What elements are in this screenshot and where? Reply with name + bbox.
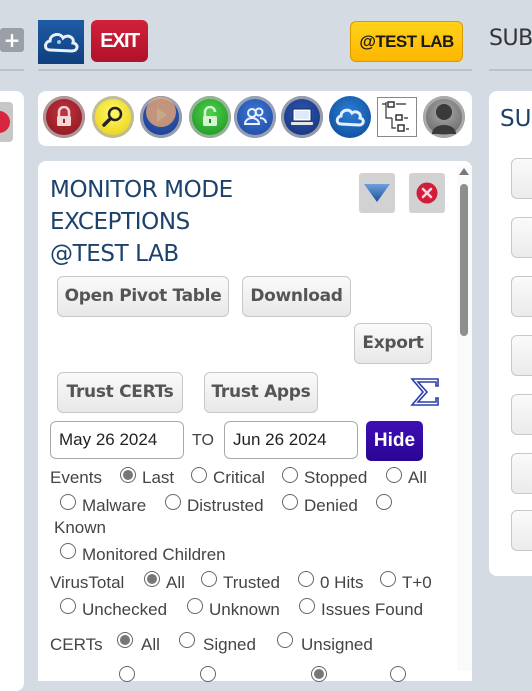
cloud-logo-button[interactable] [38,20,84,64]
radio-label: Monitored Children [82,545,226,564]
test-lab-button[interactable]: @TEST LAB [350,21,463,62]
sub-panel-heading: SUB [489,26,532,51]
radio-label: Unknown [209,600,280,619]
plus-icon: + [3,28,21,52]
scrollbar-thumb[interactable] [460,184,468,336]
date-range-to-label: TO [192,432,214,449]
radio-label: Malware [82,496,147,515]
sub-panel-button[interactable] [511,158,532,199]
radio-label: Unchecked [82,600,168,619]
events-radio-denied[interactable] [282,494,298,510]
add-tab-button[interactable]: + [0,28,24,52]
date-from-input[interactable]: May 26 2024 [50,421,184,459]
events-radio-last[interactable] [120,467,136,483]
virustotal-radio-t0[interactable] [380,571,396,587]
lock-red-icon[interactable] [43,96,85,138]
open-pivot-table-button[interactable]: Open Pivot Table [57,276,229,317]
sub-panel-button[interactable] [511,217,532,258]
user-avatar-icon[interactable] [423,96,465,138]
close-panel-button[interactable] [409,173,445,213]
topbar-divider [38,69,472,71]
topbar-divider [489,69,532,71]
virustotal-radio-unchecked[interactable] [60,598,76,614]
trust-certs-button[interactable]: Trust CERTs [57,372,183,413]
export-button[interactable]: Export [354,323,432,364]
tree-diagram-icon[interactable] [377,97,417,137]
cloud-logo-icon [44,32,79,53]
events-radio-all[interactable] [386,467,402,483]
events-radio-malware[interactable] [60,494,76,510]
radio-label: All [166,573,185,592]
trust-apps-button[interactable]: Trust Apps [204,372,318,413]
certs-filter-label: CERTs [50,635,103,654]
certs-radio-all[interactable] [117,632,133,648]
collapse-button[interactable] [359,173,395,213]
panel-title-line: MONITOR MODE [50,177,233,203]
panel-title-line: @TEST LAB [50,241,179,267]
search-magnifier-icon[interactable] [92,96,134,138]
radio-label: T+0 [402,573,432,592]
events-radio-stopped[interactable] [282,467,298,483]
virustotal-radio-unknown[interactable] [187,598,203,614]
radio-label: Known [54,518,106,537]
scroll-up-arrow-icon[interactable] [459,168,469,175]
events-radio-distrusted[interactable] [165,494,181,510]
virustotal-radio-trusted[interactable] [201,571,217,587]
play-icon[interactable] [140,96,182,138]
events-radio-critical[interactable] [191,467,207,483]
sigma-sum-icon[interactable] [410,377,440,407]
radio-label: Signed [203,635,256,654]
virustotal-radio-0-hits[interactable] [298,571,314,587]
events-filter-label: Events [50,468,102,487]
virustotal-radio-issues-found[interactable] [299,598,315,614]
panel-title-line: EXCEPTIONS [50,209,190,235]
sub-panel-button[interactable] [511,276,532,317]
date-to-input[interactable]: Jun 26 2024 [224,421,358,459]
close-icon [416,182,438,204]
exit-button[interactable]: EXIT [91,20,148,62]
radio-label: Issues Found [321,600,424,619]
radio-label: Critical [213,468,265,487]
topbar-divider [0,69,24,71]
panel-title: MONITOR MODE EXCEPTIONS @TEST LAB [50,174,350,270]
radio-label: Distrusted [187,496,264,515]
hide-button[interactable]: Hide [366,421,423,461]
radio-option[interactable] [200,666,216,682]
virustotal-filter-label: VirusTotal [50,573,125,592]
close-icon [0,111,10,133]
radio-label: All [408,468,427,487]
radio-label: Unsigned [301,635,373,654]
radio-option[interactable] [119,666,135,682]
radio-option[interactable] [390,666,406,682]
users-icon[interactable] [234,96,276,138]
left-panel [0,91,24,691]
download-button[interactable]: Download [242,276,351,317]
certs-radio-unsigned[interactable] [277,632,293,648]
triangle-down-icon [364,184,390,202]
radio-label: Trusted [223,573,281,592]
computer-icon[interactable] [281,96,323,138]
radio-label: Denied [304,496,358,515]
events-radio-known[interactable] [376,494,392,510]
radio-option[interactable] [311,666,327,682]
events-radio-monitored-children[interactable] [60,543,76,559]
virustotal-radio-all[interactable] [144,571,160,587]
sub-panel-button[interactable] [511,510,532,551]
left-panel-close-button[interactable] [0,102,13,142]
sub-panel-button[interactable] [511,394,532,435]
sub-panel-button[interactable] [511,335,532,376]
certs-radio-signed[interactable] [179,632,195,648]
radio-label: All [141,635,160,654]
radio-label: Stopped [304,468,368,487]
radio-label: 0 Hits [320,573,364,592]
sub-panel-title: SU [500,106,532,132]
radio-label: Last [142,468,175,487]
cloud-icon[interactable] [329,96,371,138]
sub-panel-button[interactable] [511,453,532,494]
unlock-green-icon[interactable] [189,96,231,138]
